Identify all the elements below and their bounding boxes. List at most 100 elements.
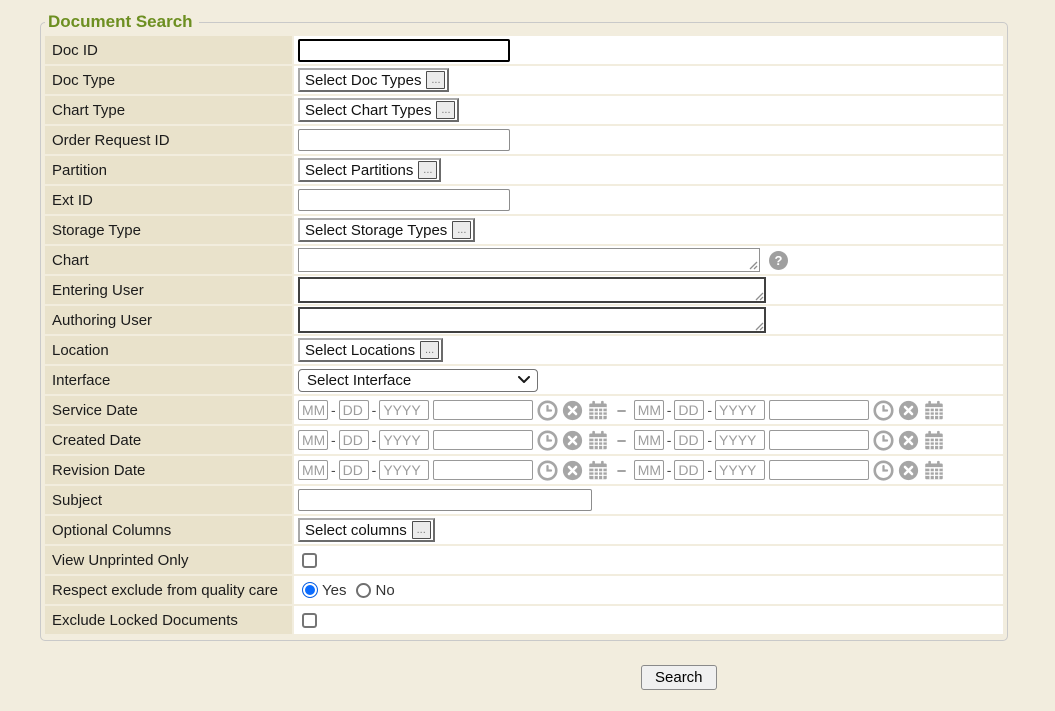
day-input[interactable] xyxy=(339,460,369,480)
clear-circle-icon[interactable] xyxy=(562,460,583,481)
search-button[interactable]: Search xyxy=(641,665,717,690)
subject-input[interactable] xyxy=(298,489,592,511)
day-input[interactable] xyxy=(674,400,704,420)
calendar-icon[interactable] xyxy=(587,460,609,481)
time-input[interactable] xyxy=(769,400,869,420)
authoring-user-textarea[interactable] xyxy=(298,307,766,333)
date-separator: - xyxy=(707,402,712,418)
authoring-user-label: Authoring User xyxy=(45,306,292,334)
yes-radio-label: Yes xyxy=(322,582,346,599)
clock-icon[interactable] xyxy=(873,460,894,481)
chart-type-picker-text: Select Chart Types xyxy=(305,102,431,119)
entering-user-textarea[interactable] xyxy=(298,277,766,303)
chart-type-label: Chart Type xyxy=(45,96,292,124)
time-input[interactable] xyxy=(769,460,869,480)
calendar-icon[interactable] xyxy=(587,430,609,451)
ext-id-input[interactable] xyxy=(298,189,510,211)
calendar-icon[interactable] xyxy=(923,400,945,421)
month-input[interactable] xyxy=(634,400,664,420)
storage-type-browse-button[interactable]: ... xyxy=(452,221,471,239)
row-chart-type: Chart Type Select Chart Types ... xyxy=(45,96,1003,124)
location-picker[interactable]: Select Locations ... xyxy=(298,338,443,362)
no-radio-label: No xyxy=(375,582,394,599)
date-separator: - xyxy=(331,402,336,418)
year-input[interactable] xyxy=(715,460,765,480)
partition-browse-button[interactable]: ... xyxy=(418,161,437,179)
optional-columns-picker[interactable]: Select columns ... xyxy=(298,518,435,542)
respect-exclude-yes-radio[interactable] xyxy=(302,582,318,598)
question-mark-icon[interactable]: ? xyxy=(769,251,788,270)
clock-icon[interactable] xyxy=(873,400,894,421)
range-dash: – xyxy=(617,432,625,449)
calendar-icon[interactable] xyxy=(923,460,945,481)
chart-textarea[interactable] xyxy=(298,248,760,272)
clock-icon[interactable] xyxy=(537,430,558,451)
clear-circle-icon[interactable] xyxy=(562,400,583,421)
exclude-locked-checkbox[interactable] xyxy=(302,613,317,628)
calendar-icon[interactable] xyxy=(923,430,945,451)
location-browse-button[interactable]: ... xyxy=(420,341,439,359)
clear-circle-icon[interactable] xyxy=(898,430,919,451)
year-input[interactable] xyxy=(379,460,429,480)
row-respect-exclude: Respect exclude from quality care Yes No xyxy=(45,576,1003,604)
chart-type-picker[interactable]: Select Chart Types ... xyxy=(298,98,459,122)
month-input[interactable] xyxy=(298,400,328,420)
day-input[interactable] xyxy=(674,460,704,480)
year-input[interactable] xyxy=(715,430,765,450)
clock-icon[interactable] xyxy=(873,430,894,451)
storage-type-picker[interactable]: Select Storage Types ... xyxy=(298,218,475,242)
optional-columns-browse-button[interactable]: ... xyxy=(412,521,431,539)
calendar-icon[interactable] xyxy=(587,400,609,421)
doc-id-input[interactable] xyxy=(298,39,510,62)
exclude-locked-label: Exclude Locked Documents xyxy=(45,606,292,634)
date-separator: - xyxy=(372,432,377,448)
clock-icon[interactable] xyxy=(537,400,558,421)
service-date-end: - - xyxy=(634,400,945,421)
time-input[interactable] xyxy=(433,430,533,450)
revision-date-end: - - xyxy=(634,460,945,481)
chart-type-browse-button[interactable]: ... xyxy=(436,101,455,119)
clear-circle-icon[interactable] xyxy=(898,460,919,481)
day-input[interactable] xyxy=(339,430,369,450)
view-unprinted-only-checkbox[interactable] xyxy=(302,553,317,568)
partition-label: Partition xyxy=(45,156,292,184)
month-input[interactable] xyxy=(298,430,328,450)
year-input[interactable] xyxy=(715,400,765,420)
day-input[interactable] xyxy=(674,430,704,450)
row-revision-date: Revision Date - - – xyxy=(45,456,1003,484)
clear-circle-icon[interactable] xyxy=(562,430,583,451)
month-input[interactable] xyxy=(634,460,664,480)
chart-label: Chart xyxy=(45,246,292,274)
respect-exclude-no-radio[interactable] xyxy=(356,583,371,598)
row-doc-id: Doc ID xyxy=(45,36,1003,64)
doc-type-picker[interactable]: Select Doc Types ... xyxy=(298,68,449,92)
resize-handle-icon[interactable] xyxy=(749,261,758,270)
document-search-form: Document Search Doc ID Doc Type Select D… xyxy=(40,12,1008,641)
date-separator: - xyxy=(372,402,377,418)
time-input[interactable] xyxy=(769,430,869,450)
time-input[interactable] xyxy=(433,400,533,420)
year-input[interactable] xyxy=(379,400,429,420)
resize-handle-icon[interactable] xyxy=(755,322,764,331)
form-legend: Document Search xyxy=(45,12,199,32)
location-picker-text: Select Locations xyxy=(305,342,415,359)
row-order-request-id: Order Request ID xyxy=(45,126,1003,154)
clear-circle-icon[interactable] xyxy=(898,400,919,421)
year-input[interactable] xyxy=(379,430,429,450)
doc-type-browse-button[interactable]: ... xyxy=(426,71,445,89)
interface-select[interactable]: Select Interface xyxy=(298,369,538,392)
month-input[interactable] xyxy=(634,430,664,450)
optional-columns-picker-text: Select columns xyxy=(305,522,407,539)
search-button-row: Search xyxy=(641,665,717,690)
clock-icon[interactable] xyxy=(537,460,558,481)
date-separator: - xyxy=(331,432,336,448)
month-input[interactable] xyxy=(298,460,328,480)
time-input[interactable] xyxy=(433,460,533,480)
row-entering-user: Entering User xyxy=(45,276,1003,304)
order-request-id-input[interactable] xyxy=(298,129,510,151)
day-input[interactable] xyxy=(339,400,369,420)
row-view-unprinted-only: View Unprinted Only xyxy=(45,546,1003,574)
resize-handle-icon[interactable] xyxy=(755,292,764,301)
optional-columns-label: Optional Columns xyxy=(45,516,292,544)
partition-picker[interactable]: Select Partitions ... xyxy=(298,158,441,182)
